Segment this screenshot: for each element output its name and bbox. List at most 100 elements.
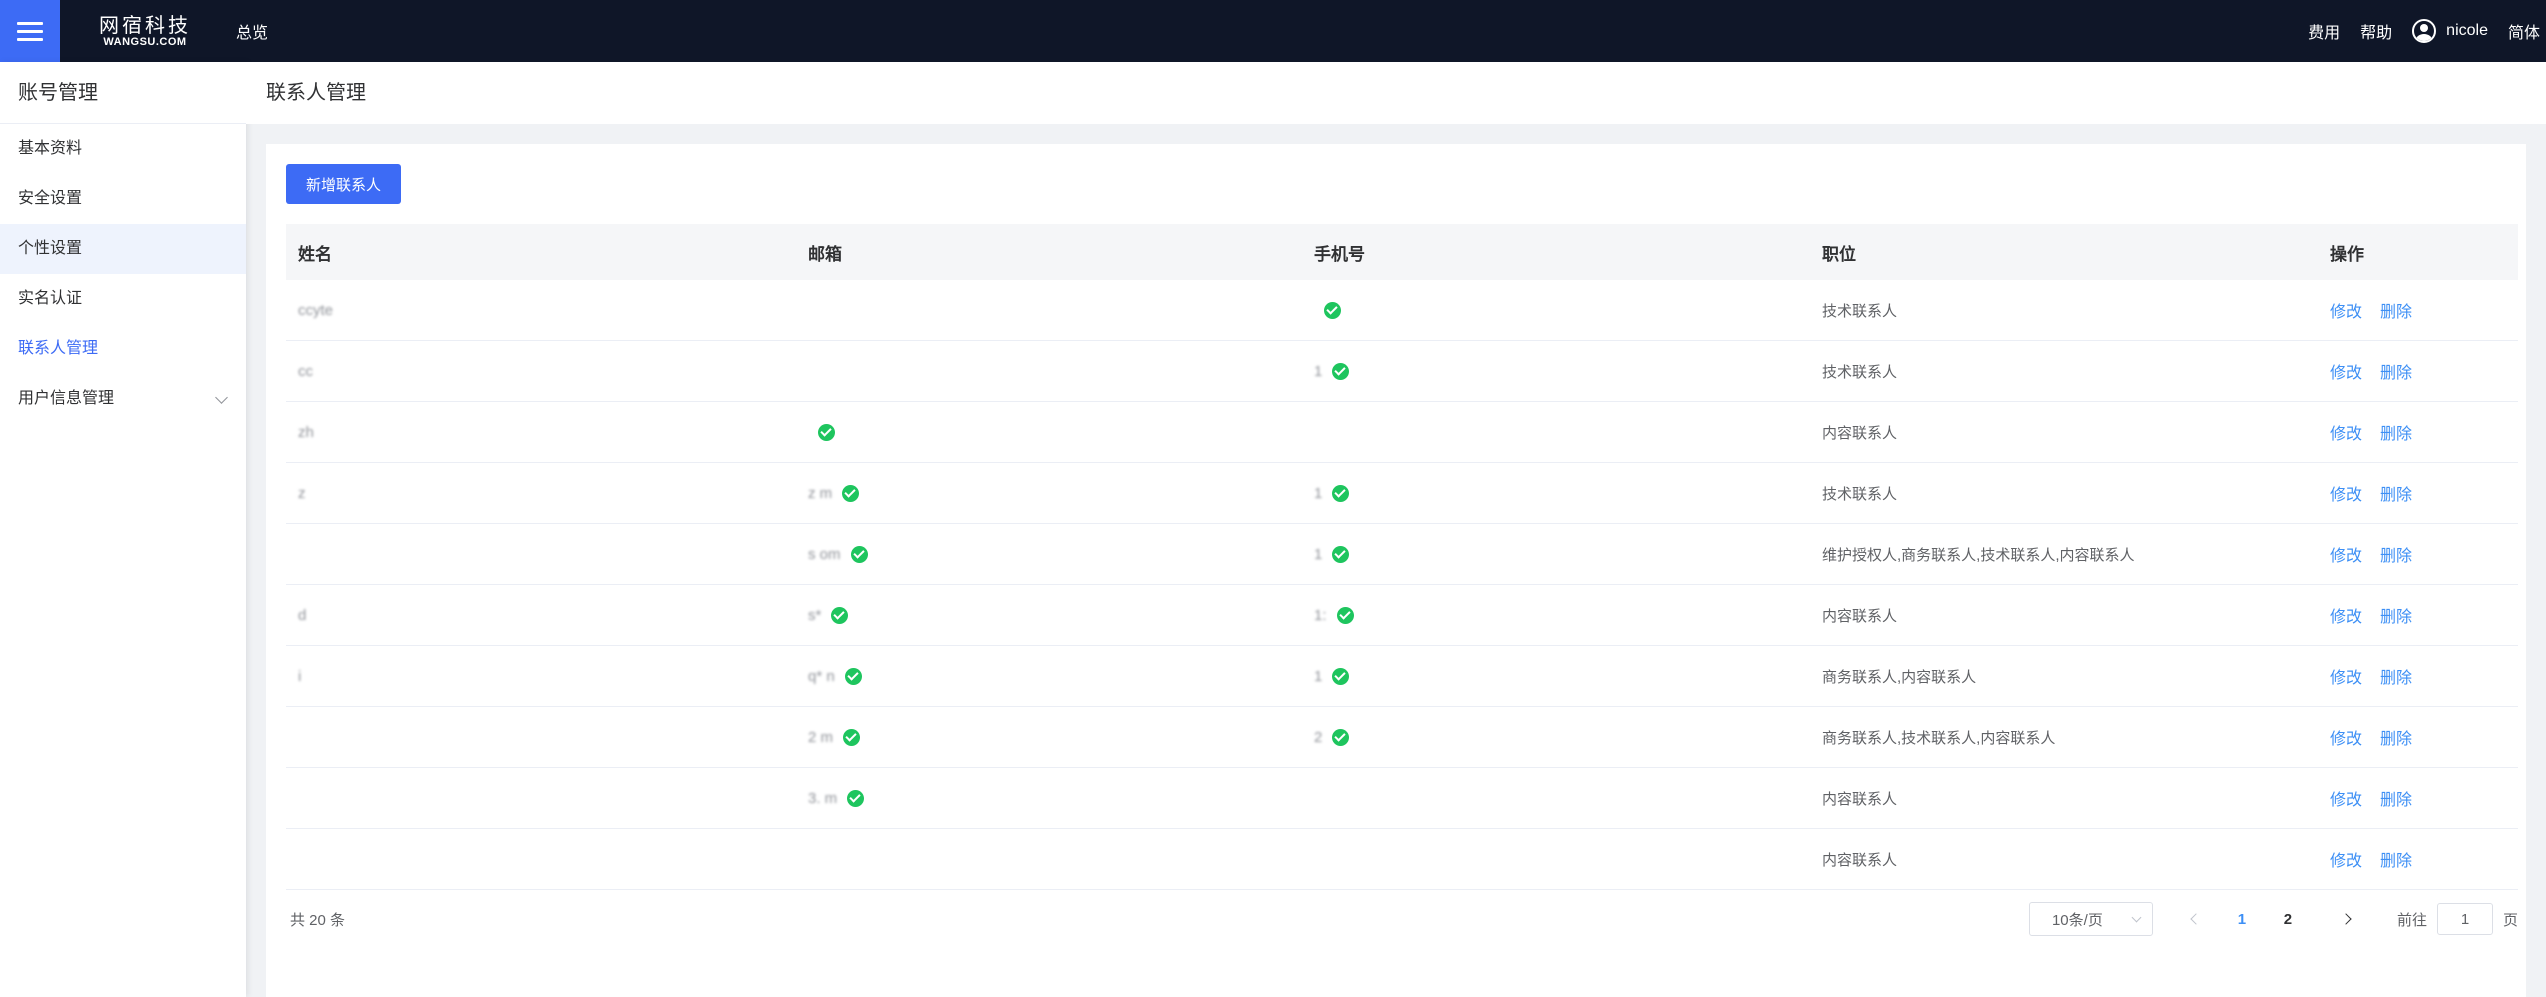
- logo[interactable]: 网宿科技 WANGSU.COM: [90, 15, 200, 48]
- cell-role: 技术联系人: [1810, 483, 2318, 504]
- cell-email: [796, 423, 1302, 441]
- table-header: 姓名 邮箱 手机号 职位 操作: [286, 224, 2518, 280]
- nav-fees[interactable]: 费用: [2308, 19, 2340, 43]
- contact-role: 内容联系人: [1822, 607, 1898, 625]
- delete-button[interactable]: 删除: [2380, 420, 2412, 444]
- top-bar: 网宿科技 WANGSU.COM 总览 费用 帮助 nicole 简体: [0, 0, 2546, 62]
- user-avatar-icon: [2412, 19, 2437, 43]
- contact-role: 技术联系人: [1822, 363, 1898, 381]
- delete-button[interactable]: 删除: [2380, 298, 2412, 322]
- table-row: d s* 1: 内容联系人 修改 删除: [286, 585, 2518, 646]
- goto-page-input[interactable]: [2436, 903, 2493, 935]
- contact-name: ccyte: [298, 301, 334, 319]
- chevron-down-icon: [215, 391, 228, 404]
- nav-overview[interactable]: 总览: [236, 19, 268, 43]
- delete-button[interactable]: 删除: [2380, 481, 2412, 505]
- pagination-bar: 共 20 条 10条/页 1 2 前往 页: [286, 899, 2518, 939]
- delete-button[interactable]: 删除: [2380, 603, 2412, 627]
- cell-email: q* n: [796, 667, 1302, 685]
- table-row: ccyte 技术联系人 修改 删除: [286, 280, 2518, 341]
- cell-actions: 修改 删除: [2318, 481, 2518, 505]
- contact-name: i: [298, 667, 302, 685]
- header-email: 邮箱: [808, 244, 842, 264]
- edit-button[interactable]: 修改: [2330, 298, 2362, 322]
- edit-button[interactable]: 修改: [2330, 603, 2362, 627]
- sidebar-item-real-name[interactable]: 实名认证: [0, 274, 246, 324]
- cell-role: 内容联系人: [1810, 605, 2318, 626]
- contact-phone: 1: [1314, 545, 1323, 563]
- logo-text-en: WANGSU.COM: [103, 35, 187, 48]
- cell-name: ccyte: [286, 302, 796, 319]
- page-1[interactable]: 1: [2227, 911, 2257, 928]
- edit-button[interactable]: 修改: [2330, 847, 2362, 871]
- delete-button[interactable]: 删除: [2380, 725, 2412, 749]
- cell-phone: 1: [1302, 362, 1810, 380]
- contact-phone: 2: [1314, 728, 1323, 746]
- cell-phone: 1: [1302, 545, 1810, 563]
- edit-button[interactable]: 修改: [2330, 359, 2362, 383]
- sidebar-item-contacts[interactable]: 联系人管理: [0, 324, 246, 374]
- delete-button[interactable]: 删除: [2380, 786, 2412, 810]
- contact-role: 维护授权人,商务联系人,技术联系人,内容联系人: [1822, 546, 2135, 564]
- sidebar-item-personalization[interactable]: 个性设置: [0, 224, 246, 274]
- cell-phone: 1:: [1302, 606, 1810, 624]
- contact-email: q* n: [808, 667, 835, 685]
- sidebar-item-security[interactable]: 安全设置: [0, 174, 246, 224]
- edit-button[interactable]: 修改: [2330, 481, 2362, 505]
- delete-button[interactable]: 删除: [2380, 359, 2412, 383]
- page-2[interactable]: 2: [2273, 911, 2303, 928]
- check-circle-icon: [1332, 667, 1350, 685]
- page-title: 联系人管理: [246, 62, 2546, 124]
- cell-phone: 1: [1302, 667, 1810, 685]
- chevron-left-icon[interactable]: [2181, 904, 2211, 934]
- top-right-menu: 费用 帮助 nicole 简体: [2288, 19, 2546, 43]
- delete-button[interactable]: 删除: [2380, 542, 2412, 566]
- check-circle-icon: [1332, 728, 1350, 746]
- check-circle-icon: [843, 728, 861, 746]
- edit-button[interactable]: 修改: [2330, 786, 2362, 810]
- edit-button[interactable]: 修改: [2330, 664, 2362, 688]
- table-row: z z m 1 技术联系人 修改 删除: [286, 463, 2518, 524]
- check-circle-icon: [818, 423, 835, 441]
- check-circle-icon: [1332, 362, 1350, 380]
- chevron-down-icon: [2131, 912, 2142, 923]
- edit-button[interactable]: 修改: [2330, 725, 2362, 749]
- check-circle-icon: [1324, 301, 1341, 319]
- header-actions: 操作: [2330, 244, 2364, 264]
- contact-role: 内容联系人: [1822, 790, 1898, 808]
- page-size-select[interactable]: 10条/页: [2028, 902, 2153, 936]
- sidebar-item-user-info[interactable]: 用户信息管理: [0, 374, 246, 424]
- sidebar-item-basic-info[interactable]: 基本资料: [0, 124, 246, 174]
- cell-role: 技术联系人: [1810, 361, 2318, 382]
- contact-role: 技术联系人: [1822, 485, 1898, 503]
- hamburger-icon[interactable]: [0, 0, 60, 62]
- delete-button[interactable]: 删除: [2380, 664, 2412, 688]
- delete-button[interactable]: 删除: [2380, 847, 2412, 871]
- chevron-right-icon[interactable]: [2331, 904, 2361, 934]
- cell-actions: 修改 删除: [2318, 725, 2518, 749]
- username: nicole: [2446, 22, 2488, 39]
- total-count: 共 20 条: [290, 911, 346, 929]
- language-switch[interactable]: 简体: [2508, 19, 2540, 43]
- user-menu[interactable]: nicole: [2412, 19, 2488, 43]
- contact-email: z m: [808, 484, 833, 502]
- cell-role: 内容联系人: [1810, 422, 2318, 443]
- page-jumper: 前往 页: [2397, 903, 2518, 935]
- contacts-card: 新增联系人 姓名 邮箱 手机号 职位 操作 ccyte 技术联系人 修改 删除 cc 1 技…: [266, 144, 2526, 997]
- contact-name: zh: [298, 423, 314, 441]
- cell-role: 商务联系人,技术联系人,内容联系人: [1810, 727, 2318, 748]
- cell-role: 技术联系人: [1810, 300, 2318, 321]
- page-size-value: 10条/页: [2051, 911, 2103, 929]
- contacts-table: 姓名 邮箱 手机号 职位 操作 ccyte 技术联系人 修改 删除 cc 1 技术联系人 修改…: [286, 224, 2518, 890]
- edit-button[interactable]: 修改: [2330, 542, 2362, 566]
- cell-actions: 修改 删除: [2318, 847, 2518, 871]
- table-row: 3. m 内容联系人 修改 删除: [286, 768, 2518, 829]
- table-row: i q* n 1 商务联系人,内容联系人 修改 删除: [286, 646, 2518, 707]
- edit-button[interactable]: 修改: [2330, 420, 2362, 444]
- add-contact-button[interactable]: 新增联系人: [286, 164, 401, 204]
- nav-help[interactable]: 帮助: [2360, 19, 2392, 43]
- cell-actions: 修改 删除: [2318, 359, 2518, 383]
- cell-phone: [1302, 301, 1810, 319]
- sidebar-item-label: 用户信息管理: [18, 390, 115, 407]
- sidebar-title: 账号管理: [0, 62, 246, 124]
